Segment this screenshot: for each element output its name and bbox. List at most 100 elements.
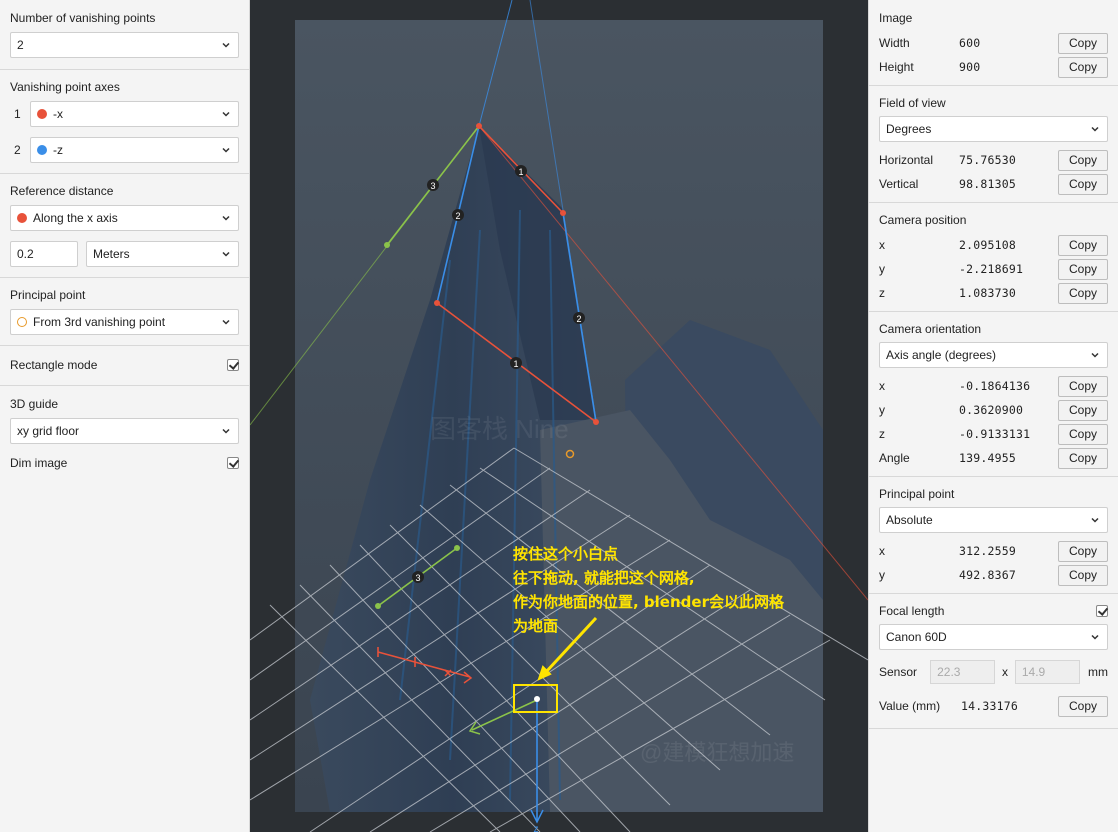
focal-value: 14.33176 (961, 699, 1018, 713)
orientation-mode-select[interactable]: Axis angle (degrees) (879, 342, 1108, 368)
chevron-down-icon (1091, 352, 1099, 358)
principal-point-select[interactable]: From 3rd vanishing point (10, 309, 239, 335)
watermark: @建模狂想加速 (640, 740, 794, 765)
ref-distance-value-row: 0.2 Meters (10, 241, 239, 267)
copy-button[interactable]: Copy (1058, 32, 1108, 54)
chevron-down-icon (222, 319, 230, 325)
pos-z-value: 1.083730 (959, 286, 1016, 300)
rectangle-mode-section: Rectangle mode (0, 346, 249, 386)
sensor-height-input[interactable]: 14.9 (1014, 660, 1080, 684)
vp-axes-label: Vanishing point axes (10, 80, 120, 94)
red-dot-icon (17, 213, 27, 223)
copy-button[interactable]: Copy (1058, 56, 1108, 78)
ref-distance-unit-select[interactable]: Meters (86, 241, 239, 267)
principal-point-output-section: Principal point Absolute x 312.2559 Copy y… (869, 477, 1118, 594)
focal-length-checkbox[interactable] (1096, 605, 1108, 617)
camera-orientation-title: Camera orientation (879, 322, 982, 336)
copy-button[interactable]: Copy (1058, 540, 1108, 562)
copy-button[interactable]: Copy (1058, 258, 1108, 280)
copy-button[interactable]: Copy (1058, 695, 1108, 717)
height-label: Height (879, 60, 914, 74)
chevron-down-icon (1091, 517, 1099, 523)
copy-button[interactable]: Copy (1058, 149, 1108, 171)
vp-axis-select-2[interactable]: -z (30, 137, 239, 163)
dim-image-checkbox[interactable] (227, 457, 239, 469)
pp-mode-value: Absolute (886, 513, 933, 527)
image-canvas[interactable]: 1 1 2 2 3 3 图客栈 Nine @建模狂想加速 z 按住这个小白点 往… (250, 0, 868, 832)
copy-button[interactable]: Copy (1058, 173, 1108, 195)
pp-y-label: y (879, 568, 885, 582)
fov-title: Field of view (879, 96, 946, 110)
chevron-down-icon (222, 428, 230, 434)
sensor-x-label: x (1002, 665, 1009, 679)
chevron-down-icon (222, 251, 230, 257)
pos-z-label: z (879, 286, 885, 300)
camera-orientation-section: Camera orientation Axis angle (degrees) … (869, 312, 1118, 477)
ref-distance-mode-value: Along the x axis (33, 211, 118, 225)
annotation-line-3: 作为你地面的位置, blender会以此网格 (513, 593, 785, 611)
marker-label: 3 (415, 573, 420, 583)
vp-axis-select-1[interactable]: -x (30, 101, 239, 127)
focal-length-section: Focal length Canon 60D Sensor 22.3 x 14.… (869, 594, 1118, 729)
principal-point-value: From 3rd vanishing point (33, 315, 166, 329)
rectangle-mode-label: Rectangle mode (10, 358, 98, 372)
copy-button[interactable]: Copy (1058, 282, 1108, 304)
image-title: Image (879, 11, 913, 25)
marker-label: 1 (518, 167, 523, 177)
pos-x-label: x (879, 238, 885, 252)
rectangle-mode-checkbox[interactable] (227, 359, 239, 371)
focal-length-title: Focal length (879, 604, 945, 618)
copy-button[interactable]: Copy (1058, 399, 1108, 421)
orient-z-value: -0.9133131 (959, 427, 1031, 441)
chevron-down-icon (1091, 634, 1099, 640)
guide-value: xy grid floor (17, 424, 80, 438)
ref-distance-mode-select[interactable]: Along the x axis (10, 205, 239, 231)
dim-image-label: Dim image (10, 456, 68, 470)
pp-x-label: x (879, 544, 885, 558)
orient-x-label: x (879, 379, 885, 393)
ref-distance-input[interactable]: 0.2 (10, 241, 78, 267)
marker-label: 2 (455, 211, 460, 221)
sensor-unit-label: mm (1087, 665, 1108, 679)
copy-button[interactable]: Copy (1058, 564, 1108, 586)
vp-axis-row-2: 2 -z (10, 137, 239, 163)
copy-button[interactable]: Copy (1058, 234, 1108, 256)
right-panel: Image Width 600 Copy Height 900 Copy Field o… (868, 0, 1118, 832)
guide-select[interactable]: xy grid floor (10, 418, 239, 444)
vanishing-point-axes-section: Vanishing point axes 1 -x 2 -z (0, 70, 249, 174)
pos-y-label: y (879, 262, 885, 276)
horizontal-value: 75.76530 (959, 153, 1016, 167)
copy-button[interactable]: Copy (1058, 375, 1108, 397)
principal-point-section: Principal point From 3rd vanishing point (0, 278, 249, 346)
camera-model-value: Canon 60D (886, 630, 947, 644)
canvas-overlay: 1 1 2 2 3 3 图客栈 Nine @建模狂想加速 z 按住这个小白点 往… (250, 0, 868, 832)
chevron-down-icon (1091, 126, 1099, 132)
fov-unit-select[interactable]: Degrees (879, 116, 1108, 142)
angle-value: 139.4955 (959, 451, 1016, 465)
copy-button[interactable]: Copy (1058, 447, 1108, 469)
pos-y-value: -2.218691 (959, 262, 1024, 276)
annotation-line-4: 为地面 (513, 617, 558, 635)
pos-x-value: 2.095108 (959, 238, 1016, 252)
annotation-line-2: 往下拖动, 就能把这个网格, (513, 569, 695, 587)
vertical-label: Vertical (879, 177, 919, 191)
copy-button[interactable]: Copy (1058, 423, 1108, 445)
focal-value-label: Value (mm) (879, 699, 941, 713)
vp-axis-value: -x (53, 107, 63, 121)
vp-axis-value: -z (53, 143, 63, 157)
camera-model-select[interactable]: Canon 60D (879, 624, 1108, 650)
ref-distance-label: Reference distance (10, 184, 114, 198)
pp-title: Principal point (879, 487, 955, 501)
reference-distance-section: Reference distance Along the x axis 0.2 … (0, 174, 249, 278)
chevron-down-icon (222, 42, 230, 48)
sensor-width-input[interactable]: 22.3 (930, 660, 996, 684)
origin-handle[interactable] (534, 696, 540, 702)
axis-label-z: z (534, 824, 539, 832)
blue-dot-icon (37, 145, 47, 155)
orient-y-label: y (879, 403, 885, 417)
guide-label: 3D guide (10, 397, 59, 411)
pp-mode-select[interactable]: Absolute (879, 507, 1108, 533)
vp-count-select[interactable]: 2 (10, 32, 239, 58)
ref-distance-unit-value: Meters (93, 247, 130, 261)
orient-z-label: z (879, 427, 885, 441)
